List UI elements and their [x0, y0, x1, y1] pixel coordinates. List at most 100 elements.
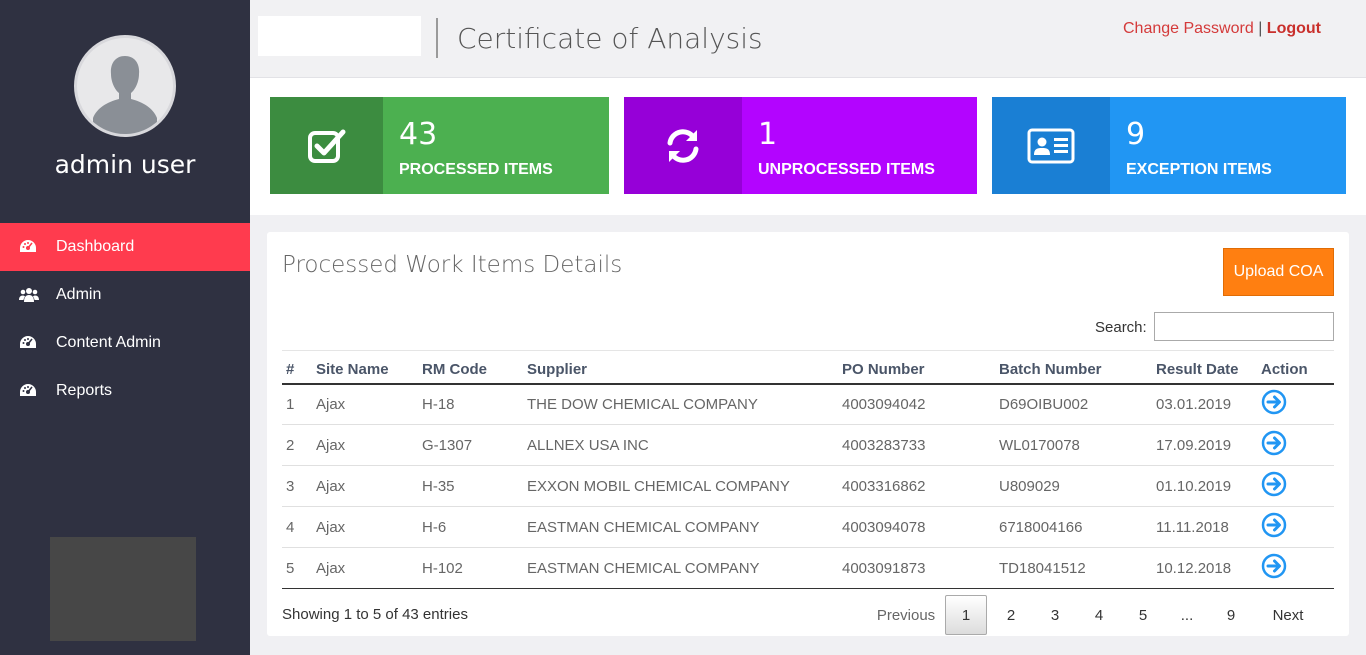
unprocessed-items-card[interactable]: 1 UNPROCESSED ITEMS	[624, 97, 977, 194]
cell-rm-code: H-102	[418, 547, 523, 589]
cell-action	[1257, 506, 1334, 548]
entries-info: Showing 1 to 5 of 43 entries	[282, 606, 468, 623]
cell-action	[1257, 383, 1334, 425]
cell-result-date: 11.11.2018	[1152, 506, 1257, 548]
cell-po-number: 4003094042	[838, 383, 995, 425]
upload-coa-button[interactable]: Upload COA	[1223, 248, 1334, 296]
sidebar-item-dashboard[interactable]: Dashboard	[0, 223, 250, 271]
exception-items-card[interactable]: 9 EXCEPTION ITEMS	[992, 97, 1346, 194]
dashboard-icon	[0, 383, 56, 399]
table-row: 4 Ajax H-6 EASTMAN CHEMICAL COMPANY 40030940…	[282, 506, 1334, 548]
search-input[interactable]	[1154, 312, 1334, 341]
arrow-circle-right-icon[interactable]	[1261, 471, 1287, 497]
cell-supplier: EASTMAN CHEMICAL COMPANY	[523, 506, 838, 548]
arrow-circle-right-icon[interactable]	[1261, 553, 1287, 579]
arrow-circle-right-icon[interactable]	[1261, 512, 1287, 538]
dashboard-icon	[0, 239, 56, 255]
cell-site-name: Ajax	[312, 465, 418, 507]
unprocessed-count: 1	[758, 117, 778, 152]
cell-site-name: Ajax	[312, 547, 418, 589]
arrow-circle-right-icon[interactable]	[1261, 430, 1287, 456]
sidebar-item-label: Admin	[56, 286, 102, 303]
cell-site-name: Ajax	[312, 383, 418, 425]
users-icon	[0, 287, 56, 303]
checkbox-icon	[270, 97, 383, 194]
cell-index: 5	[282, 547, 312, 589]
user-silhouette-icon	[93, 56, 157, 134]
cell-supplier: ALLNEX USA INC	[523, 424, 838, 466]
exception-count: 9	[1126, 117, 1146, 152]
table-row: 1 Ajax H-18 THE DOW CHEMICAL COMPANY 4003094…	[282, 383, 1334, 425]
pagination-page-2[interactable]: 2	[989, 595, 1033, 635]
dashboard-icon	[0, 335, 56, 351]
processed-items-card[interactable]: 43 PROCESSED ITEMS	[270, 97, 609, 194]
col-header-batch-number[interactable]: Batch Number	[995, 350, 1152, 385]
pagination-page-1[interactable]: 1	[945, 595, 987, 635]
panel-title: Processed Work Items Details	[282, 252, 623, 278]
cell-rm-code: H-6	[418, 506, 523, 548]
sidebar-image-placeholder	[50, 537, 196, 641]
cell-po-number: 4003316862	[838, 465, 995, 507]
pagination-previous[interactable]: Previous	[867, 595, 945, 635]
cell-supplier: EXXON MOBIL CHEMICAL COMPANY	[523, 465, 838, 507]
cell-result-date: 10.12.2018	[1152, 547, 1257, 589]
table-row: 2 Ajax G-1307 ALLNEX USA INC 4003283733 WL017…	[282, 424, 1334, 466]
cell-batch-number: D69OIBU002	[995, 383, 1152, 425]
header-divider	[436, 18, 438, 58]
col-header-site-name[interactable]: Site Name	[312, 350, 418, 385]
table-body: 1 Ajax H-18 THE DOW CHEMICAL COMPANY 4003094…	[282, 383, 1334, 589]
cell-batch-number: WL0170078	[995, 424, 1152, 466]
change-password-link[interactable]: Change Password	[1123, 20, 1254, 37]
col-header-supplier[interactable]: Supplier	[523, 350, 838, 385]
col-header-po-number[interactable]: PO Number	[838, 350, 995, 385]
processed-count: 43	[399, 117, 438, 152]
cell-index: 3	[282, 465, 312, 507]
processed-label: PROCESSED ITEMS	[399, 161, 553, 178]
sidebar-item-label: Content Admin	[56, 334, 161, 351]
cell-batch-number: U809029	[995, 465, 1152, 507]
sidebar-nav: Dashboard Admin Content Admin Reports	[0, 223, 250, 415]
pagination-page-4[interactable]: 4	[1077, 595, 1121, 635]
col-header-index[interactable]: #	[282, 350, 312, 385]
cell-rm-code: G-1307	[418, 424, 523, 466]
user-avatar	[74, 35, 176, 137]
sidebar-item-content-admin[interactable]: Content Admin	[0, 319, 250, 367]
col-header-action[interactable]: Action	[1257, 350, 1334, 385]
work-items-panel: Processed Work Items Details Upload COA …	[267, 232, 1349, 636]
header: Certificate of Analysis Change Password …	[250, 0, 1366, 78]
cell-site-name: Ajax	[312, 424, 418, 466]
cell-index: 1	[282, 383, 312, 425]
id-card-icon	[992, 97, 1110, 194]
logout-link[interactable]: Logout	[1267, 20, 1321, 37]
cell-supplier: EASTMAN CHEMICAL COMPANY	[523, 547, 838, 589]
unprocessed-label: UNPROCESSED ITEMS	[758, 161, 935, 178]
sidebar-item-reports[interactable]: Reports	[0, 367, 250, 415]
sidebar-item-label: Reports	[56, 382, 113, 399]
user-name: admin user	[54, 150, 196, 179]
table-row: 3 Ajax H-35 EXXON MOBIL CHEMICAL COMPANY 400…	[282, 465, 1334, 507]
sidebar: admin user Dashboard Admin Content Admin…	[0, 0, 250, 655]
table-header-row: # Site Name RM Code Supplier PO Number B…	[282, 350, 1334, 385]
work-items-table: # Site Name RM Code Supplier PO Number B…	[282, 350, 1334, 589]
cell-rm-code: H-35	[418, 465, 523, 507]
cell-index: 4	[282, 506, 312, 548]
pagination-page-5[interactable]: 5	[1121, 595, 1165, 635]
pagination-ellipsis: ...	[1180, 606, 1194, 624]
col-header-result-date[interactable]: Result Date	[1152, 350, 1257, 385]
stat-cards: 43 PROCESSED ITEMS 1 UNPROCESSED ITEMS 9…	[250, 78, 1366, 215]
link-separator: |	[1258, 20, 1263, 37]
pagination-page-3[interactable]: 3	[1033, 595, 1077, 635]
search-label: Search:	[1095, 319, 1147, 336]
cell-supplier: THE DOW CHEMICAL COMPANY	[523, 383, 838, 425]
cell-result-date: 01.10.2019	[1152, 465, 1257, 507]
sidebar-item-admin[interactable]: Admin	[0, 271, 250, 319]
table-row: 5 Ajax H-102 EASTMAN CHEMICAL COMPANY 400309…	[282, 547, 1334, 589]
cell-result-date: 17.09.2019	[1152, 424, 1257, 466]
pagination: Previous 1 2 3 4 5 ... 9 Next	[867, 594, 1323, 636]
col-header-rm-code[interactable]: RM Code	[418, 350, 523, 385]
arrow-circle-right-icon[interactable]	[1261, 389, 1287, 415]
pagination-next[interactable]: Next	[1253, 595, 1323, 635]
pagination-page-9[interactable]: 9	[1209, 595, 1253, 635]
cell-index: 2	[282, 424, 312, 466]
exception-label: EXCEPTION ITEMS	[1126, 161, 1272, 178]
